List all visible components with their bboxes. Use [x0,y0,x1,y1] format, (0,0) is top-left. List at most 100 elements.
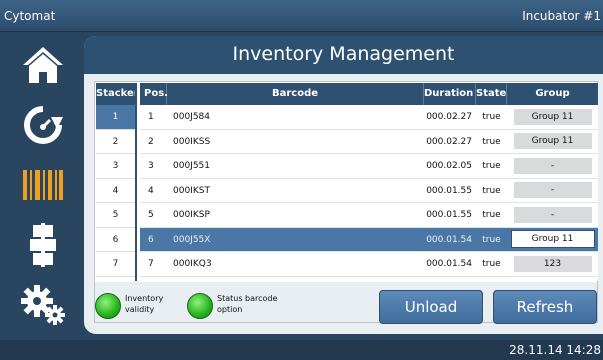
column-duration[interactable]: Duration [424,83,476,105]
stacker-item[interactable]: 3 [96,154,135,179]
app-title: Cytomat [4,9,56,23]
cell-barcode: 000IKST [173,185,210,196]
stacker-item[interactable]: 8 [96,276,135,281]
stacker-list[interactable]: Stacker 1 2 3 4 5 6 7 8 [96,83,137,281]
cell-duration: 000.02.27 [426,136,472,147]
cell-duration: 000.01.54 [426,234,472,245]
table-row[interactable] [140,276,598,282]
table-row[interactable]: 2 000IKSS 000.02.27 true Group 11 [140,129,598,154]
cell-state: true [482,161,501,171]
cell-state: true [482,259,501,269]
cell-barcode: 000J584 [173,112,211,122]
cell-barcode: 000IKSP [173,210,210,220]
cell-group [507,277,598,282]
table-header: Pos. Barcode Duration State Group [140,83,598,105]
cell-barcode: 000J55X [173,234,211,245]
cell-barcode: 000IKSS [173,136,211,147]
cell-state: true [482,136,501,147]
stacker-item[interactable]: 2 [96,129,135,154]
cell-duration: 000.02.27 [426,112,472,122]
cell-pos [140,277,167,282]
cell-group: Group 11 [507,105,598,129]
stacker-item[interactable]: 6 [96,227,135,252]
sidebar-item-settings[interactable] [4,276,82,334]
inventory-validity-label: Inventory validity [125,293,163,315]
cell-state: true [482,185,501,196]
sidebar-item-stack[interactable] [4,216,82,274]
cell-state: true [482,210,501,220]
group-field[interactable]: - [513,182,592,199]
stacker-item[interactable]: 1 [96,105,135,130]
grid-footer: Inventory validity Status barcode option… [95,282,597,324]
group-field[interactable]: - [513,206,592,223]
refresh-gauge-icon [24,106,63,144]
stacker-item[interactable]: 4 [96,178,135,203]
cell-duration: 000.01.55 [426,185,472,196]
sidebar [4,36,82,334]
barcode-icon [23,170,63,200]
indicator-label-line: Inventory [125,294,164,303]
cell-group: Group 11 [507,228,598,252]
title-bar: Cytomat Incubator #1 [0,0,603,32]
cell-pos: 1 [148,112,154,122]
gears-icon [21,285,65,325]
cell-pos: 4 [148,185,154,196]
table-row-selected[interactable]: 6 000J55X 000.01.54 true Group 11 [140,227,598,252]
instrument-name: Incubator #1 [522,9,601,23]
cell-barcode: 000IKQ3 [173,259,212,269]
cell-group: - [507,203,598,227]
cell-pos: 2 [148,136,154,147]
cell-group: Group 11 [507,130,598,154]
cell-state [476,277,507,282]
table-row[interactable]: 1 000J584 000.02.27 true Group 11 [140,105,598,130]
sidebar-item-refresh[interactable] [4,96,82,154]
group-field[interactable]: 123 [513,255,592,272]
cell-barcode: 000J551 [173,161,211,171]
cell-state: true [482,112,501,122]
cell-group: - [507,154,598,178]
inventory-grid: Stacker 1 2 3 4 5 6 7 8 Pos. Barcode Dur… [94,81,598,324]
group-field[interactable]: Group 11 [513,108,592,125]
cell-pos: 5 [148,210,154,220]
table-row[interactable]: 4 000IKST 000.01.55 true - [140,178,598,203]
sidebar-item-inventory[interactable] [4,156,82,214]
cell-duration: 000.02.05 [426,161,472,171]
cytomat-screen: Cytomat Incubator #1 Inventory Managemen… [0,0,603,360]
cell-duration [424,277,476,282]
column-state[interactable]: State [476,83,507,105]
stack-icon [30,223,56,267]
status-barcode-label: Status barcode option [217,293,277,315]
table-row[interactable]: 3 000J551 000.02.05 true - [140,154,598,179]
table-row[interactable]: 7 000IKQ3 000.01.54 true 123 [140,252,598,277]
cell-barcode [167,277,424,282]
table-row[interactable]: 5 000IKSP 000.01.55 true - [140,203,598,228]
stacker-header: Stacker [96,83,135,105]
refresh-button[interactable]: Refresh [493,290,597,324]
unload-button[interactable]: Unload [379,290,483,324]
cell-duration: 000.01.54 [426,259,472,269]
inventory-panel: Inventory Management Stacker 1 2 3 4 5 6… [84,36,603,334]
cell-pos: 6 [148,234,154,245]
sidebar-item-home[interactable] [4,36,82,94]
column-barcode[interactable]: Barcode [167,83,424,105]
status-barcode-indicator [187,293,213,319]
group-field[interactable]: Group 11 [513,133,592,150]
cell-duration: 000.01.55 [426,210,472,220]
indicator-label-line: option [217,305,243,314]
cell-group: - [507,179,598,203]
cell-pos: 7 [148,259,154,269]
stacker-item[interactable]: 7 [96,252,135,277]
column-group[interactable]: Group [507,83,598,105]
datetime: 28.11.14 14:28 [509,343,601,357]
column-pos[interactable]: Pos. [140,83,168,105]
stacker-item[interactable]: 5 [96,203,135,228]
page-title: Inventory Management [84,36,603,74]
group-field[interactable]: - [513,157,592,174]
inventory-table[interactable]: Pos. Barcode Duration State Group 1 000J… [140,83,598,281]
home-icon [23,47,63,83]
group-input[interactable]: Group 11 [510,230,595,249]
inventory-validity-indicator [95,293,121,319]
indicator-label-line: Status barcode [217,294,278,303]
indicator-label-line: validity [125,305,155,314]
cell-state: true [482,234,501,245]
